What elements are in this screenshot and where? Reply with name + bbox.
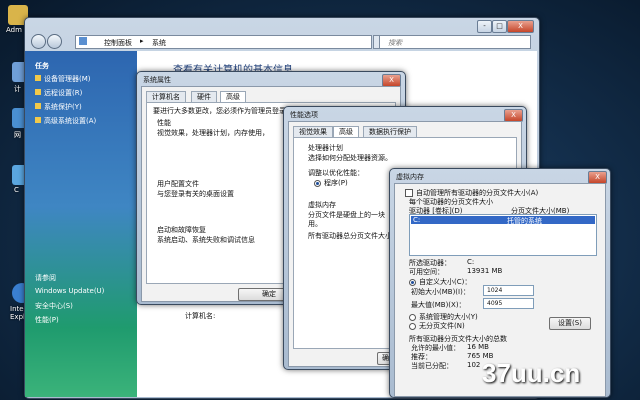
selected-drive-value: C: (467, 258, 475, 266)
tab-computer-name[interactable]: 计算机名 (146, 91, 186, 102)
device-manager-link[interactable]: 设备管理器(M) (35, 74, 91, 84)
performance-desc: 视觉效果，处理器计划，内存使用， (157, 129, 269, 137)
allocated-value: 102 (467, 361, 481, 369)
free-space-label: 可用空间： (409, 268, 444, 276)
tab-dep[interactable]: 数据执行保护 (363, 126, 417, 137)
tab-hardware[interactable]: 硬件 (191, 91, 217, 102)
total-paging-label: 所有驱动器总分页文件大小 (308, 232, 392, 240)
user-profile-desc: 与您登录有关的桌面设置 (157, 190, 234, 198)
performance-link[interactable]: 性能(P) (35, 315, 59, 325)
min-allowed-value: 16 MB (467, 343, 489, 351)
no-paging-radio[interactable]: 无分页文件(N) (409, 321, 465, 331)
desktop-label-computer: 计 (14, 85, 21, 93)
drive-list[interactable]: C: 托管的系统 (409, 214, 597, 256)
advanced-settings-link[interactable]: 高级系统设置(A) (35, 116, 96, 126)
tab-visual-effects[interactable]: 视觉效果 (293, 126, 333, 137)
max-size-label: 最大值(MB)(X)： (411, 301, 466, 309)
breadcrumb-system[interactable]: 系统 (152, 38, 166, 48)
virtual-memory-desc-2: 用。 (308, 220, 322, 228)
watermark-text: 37uu.cn (482, 358, 581, 388)
breadcrumb-separator: ▸ (140, 37, 144, 45)
search-placeholder: 搜索 (388, 39, 402, 47)
windows-update-link[interactable]: Windows Update(U) (35, 287, 104, 295)
system-protection-link[interactable]: 系统保护(Y) (35, 102, 82, 112)
address-bar[interactable]: 控制面板 ▸ 系统 (75, 35, 372, 49)
initial-size-input[interactable]: 1024 (483, 285, 534, 296)
back-button[interactable] (31, 34, 46, 49)
breadcrumb-control-panel[interactable]: 控制面板 (104, 38, 132, 48)
minimize-button[interactable]: - (477, 20, 492, 33)
forward-button[interactable] (47, 34, 62, 49)
search-input[interactable]: 搜索 (379, 35, 531, 49)
program-radio[interactable]: 程序(P) (314, 178, 348, 188)
sidebar-title: 任务 (35, 62, 49, 70)
dialog-title: 虚拟内存 (396, 173, 424, 181)
radio-icon (409, 278, 416, 286)
close-button[interactable]: X (507, 20, 534, 33)
desktop-label-c: C (14, 186, 19, 194)
processor-scheduling-title: 处理器计划 (308, 144, 343, 152)
drive-paging-size: 托管的系统 (507, 217, 542, 225)
dialog-title: 系统属性 (143, 76, 171, 84)
radio-icon (409, 313, 416, 321)
radio-icon (409, 322, 416, 330)
see-also-title: 请参阅 (35, 274, 56, 282)
control-panel-icon (79, 37, 87, 45)
startup-recovery-desc: 系统启动、系统失败和调试信息 (157, 236, 255, 244)
startup-recovery-title: 启动和故障恢复 (157, 226, 206, 234)
adjust-label: 调整以优化性能： (308, 169, 364, 177)
max-size-input[interactable]: 4095 (483, 298, 534, 309)
radio-icon (314, 179, 321, 187)
custom-size-radio[interactable]: 自定义大小(C)： (409, 277, 471, 287)
free-space-value: 13931 MB (467, 267, 503, 275)
performance-title: 性能 (157, 119, 171, 127)
maximize-button[interactable]: □ (492, 20, 507, 33)
dialog-title: 性能选项 (290, 111, 318, 119)
desktop-label-network: 网 (14, 131, 21, 139)
task-sidebar: 任务 设备管理器(M) 远程设置(R) 系统保护(Y) 高级系统设置(A) 请参… (25, 51, 137, 397)
user-profile-title: 用户配置文件 (157, 180, 199, 188)
drive-letter: C: (413, 216, 421, 224)
computer-name-label: 计算机名: (185, 312, 216, 320)
checkbox-icon (405, 189, 413, 197)
set-button[interactable]: 设置(S) (549, 317, 591, 330)
initial-size-label: 初始大小(MB)(I)： (411, 288, 470, 296)
admin-notice: 要进行大多数更改，您必须作为管理员登录。 (153, 107, 293, 115)
security-center-link[interactable]: 安全中心(S) (35, 301, 73, 311)
desktop-label-admin: Adm (6, 26, 22, 34)
remote-settings-link[interactable]: 远程设置(R) (35, 88, 82, 98)
virtual-memory-title: 虚拟内存 (308, 201, 336, 209)
drive-row-selected[interactable]: C: 托管的系统 (411, 216, 595, 225)
processor-scheduling-desc: 选择如何分配处理器资源。 (308, 154, 392, 162)
allocated-label: 当前已分配： (411, 362, 453, 370)
